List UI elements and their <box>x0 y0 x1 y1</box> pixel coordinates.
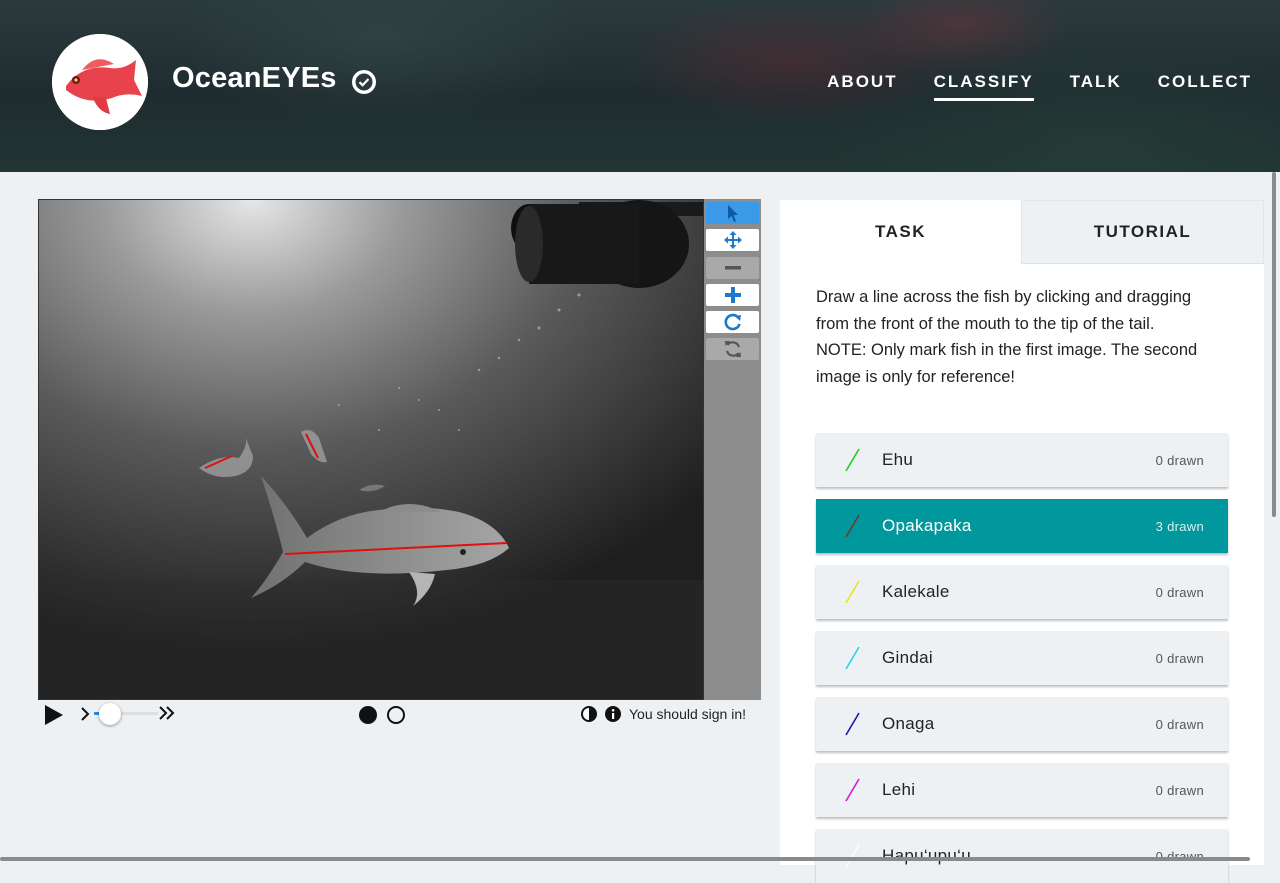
instruction-text: Draw a line across the fish by clicking … <box>816 288 1192 333</box>
fish-logo-icon <box>52 34 148 130</box>
tool-label: Gindai <box>882 648 933 667</box>
tool-label: Onaga <box>882 714 935 733</box>
speed-slider-handle[interactable] <box>99 703 121 725</box>
annotate-tool-button[interactable] <box>706 202 759 224</box>
move-arrows-icon <box>723 231 742 249</box>
refresh-icon <box>724 341 741 357</box>
tool-label: Lehi <box>882 780 916 799</box>
tool-drawn-count: 0 drawn <box>1155 453 1204 468</box>
project-title[interactable]: OceanEYEs <box>172 62 337 95</box>
tab-task[interactable]: TASK <box>780 200 1021 264</box>
nav-classify[interactable]: CLASSIFY <box>933 72 1034 101</box>
panel-tabs: TASK TUTORIAL <box>780 200 1264 264</box>
tool-lehi[interactable]: Lehi 0 drawn <box>816 763 1228 817</box>
tool-label: Hapu‘upu‘u <box>882 846 972 865</box>
nav-talk[interactable]: TALK <box>1070 72 1122 101</box>
tool-kalekale[interactable]: Kalekale 0 drawn <box>816 565 1228 619</box>
verified-badge-icon <box>352 70 376 94</box>
slower-chevron-icon[interactable] <box>80 706 90 722</box>
instruction-note: NOTE: Only mark fish in the first image.… <box>816 341 1198 386</box>
line-tool-icon <box>845 844 860 868</box>
info-icon[interactable] <box>605 706 621 722</box>
tool-label: Opakapaka <box>882 516 972 535</box>
reset-view-button[interactable] <box>706 338 759 360</box>
tool-drawn-count: 0 drawn <box>1155 585 1204 600</box>
line-tool-icon <box>845 448 860 472</box>
horizontal-scrollbar[interactable] <box>0 857 1250 861</box>
zoom-out-button[interactable] <box>706 257 759 279</box>
task-panel: TASK TUTORIAL Draw a line across the fish… <box>780 200 1264 883</box>
tool-drawn-count: 0 drawn <box>1155 783 1204 798</box>
vertical-scrollbar[interactable] <box>1272 172 1276 517</box>
subject-controls: You should sign in! <box>38 701 761 727</box>
tool-label: Ehu <box>882 450 914 469</box>
task-instructions: Draw a line across the fish by clicking … <box>816 284 1216 390</box>
nav-about[interactable]: ABOUT <box>827 72 897 101</box>
minus-icon <box>724 266 741 270</box>
line-tool-icon <box>845 580 860 604</box>
frame-1-dot[interactable] <box>359 706 377 724</box>
line-tool-icon <box>845 514 860 538</box>
tool-gindai[interactable]: Gindai 0 drawn <box>816 631 1228 685</box>
zoom-in-button[interactable] <box>706 284 759 306</box>
faster-chevrons-icon[interactable] <box>158 705 176 721</box>
subject-image[interactable] <box>38 199 704 700</box>
tool-onaga[interactable]: Onaga 0 drawn <box>816 697 1228 751</box>
plus-icon <box>724 287 741 303</box>
rotate-icon <box>724 313 741 331</box>
tool-drawn-count: 0 drawn <box>1155 717 1204 732</box>
main-nav: ABOUT CLASSIFY TALK COLLECT <box>827 72 1252 101</box>
site-header: OceanEYEs ABOUT CLASSIFY TALK COLLECT <box>0 0 1280 172</box>
tool-hapu-upu-u[interactable]: Hapu‘upu‘u0 drawn <box>816 829 1228 883</box>
tab-tutorial[interactable]: TUTORIAL <box>1021 200 1264 264</box>
nav-collect[interactable]: COLLECT <box>1158 72 1252 101</box>
line-tool-icon <box>845 646 860 670</box>
tool-label: Kalekale <box>882 582 950 601</box>
play-icon[interactable] <box>44 704 64 726</box>
contrast-icon[interactable] <box>581 706 597 722</box>
rotate-button[interactable] <box>706 311 759 333</box>
sign-in-prompt[interactable]: You should sign in! <box>629 706 746 722</box>
tool-drawn-count: 0 drawn <box>1155 651 1204 666</box>
tool-ehu[interactable]: Ehu 0 drawn <box>816 433 1228 487</box>
image-toolbar <box>704 199 761 700</box>
frame-2-dot[interactable] <box>387 706 405 724</box>
tool-drawn-count: 3 drawn <box>1155 519 1204 534</box>
tool-opakapaka[interactable]: Opakapaka 3 drawn <box>816 499 1228 553</box>
project-avatar[interactable] <box>52 34 148 130</box>
line-tool-icon <box>845 778 860 802</box>
line-tool-icon <box>845 712 860 736</box>
underwater-fish-photo <box>39 200 703 699</box>
cursor-icon <box>727 205 738 222</box>
move-tool-button[interactable] <box>706 229 759 251</box>
